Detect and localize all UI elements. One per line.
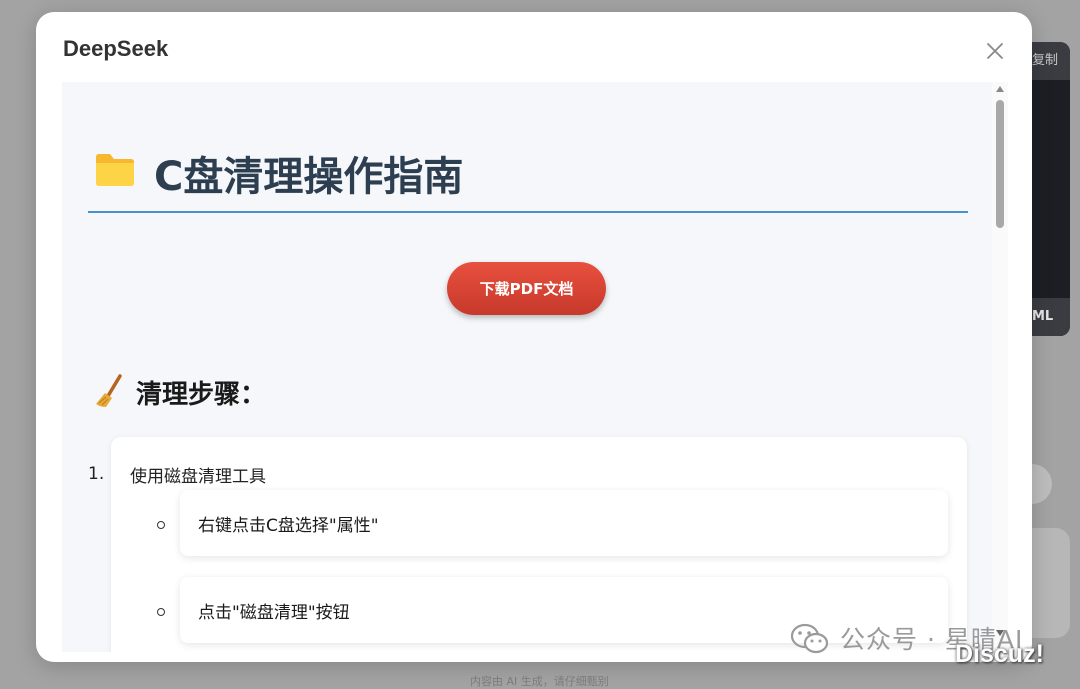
background-footer-text: 内容由 AI 生成，请仔细甄别 xyxy=(470,675,609,688)
substep-card: 点击"磁盘清理"按钮 xyxy=(180,577,948,643)
step-number: 1. xyxy=(88,464,105,484)
substep-text: 点击"磁盘清理"按钮 xyxy=(198,603,350,623)
scrollbar-thumb[interactable] xyxy=(996,100,1004,228)
preview-modal: DeepSeek C盘清理操作指南 下载PDF文档 清理步骤： 1. 使用磁盘清… xyxy=(36,12,1032,662)
bullet-icon xyxy=(157,608,165,616)
scrollbar[interactable] xyxy=(992,82,1008,652)
folder-icon xyxy=(96,154,134,186)
section-heading: 清理步骤： xyxy=(136,380,267,410)
download-pdf-button[interactable]: 下载PDF文档 xyxy=(447,262,606,315)
step-card: 使用磁盘清理工具 右键点击C盘选择"属性" 点击"磁盘清理"按钮 xyxy=(111,437,967,652)
close-icon[interactable] xyxy=(984,40,1006,62)
discuz-watermark: Discuz! xyxy=(955,640,1044,668)
document-preview[interactable]: C盘清理操作指南 下载PDF文档 清理步骤： 1. 使用磁盘清理工具 右键点击C… xyxy=(62,82,992,652)
modal-title: DeepSeek xyxy=(63,36,169,61)
document-title: C盘清理操作指南 xyxy=(154,154,464,200)
substep-card: 右键点击C盘选择"属性" xyxy=(180,490,948,556)
step-title: 使用磁盘清理工具 xyxy=(130,467,266,487)
scroll-up-arrow-icon[interactable] xyxy=(996,86,1004,92)
bullet-icon xyxy=(157,521,165,529)
document-header: C盘清理操作指南 xyxy=(88,136,968,213)
wechat-icon xyxy=(790,623,829,654)
broom-icon xyxy=(96,374,122,407)
substep-text: 右键点击C盘选择"属性" xyxy=(198,516,379,536)
